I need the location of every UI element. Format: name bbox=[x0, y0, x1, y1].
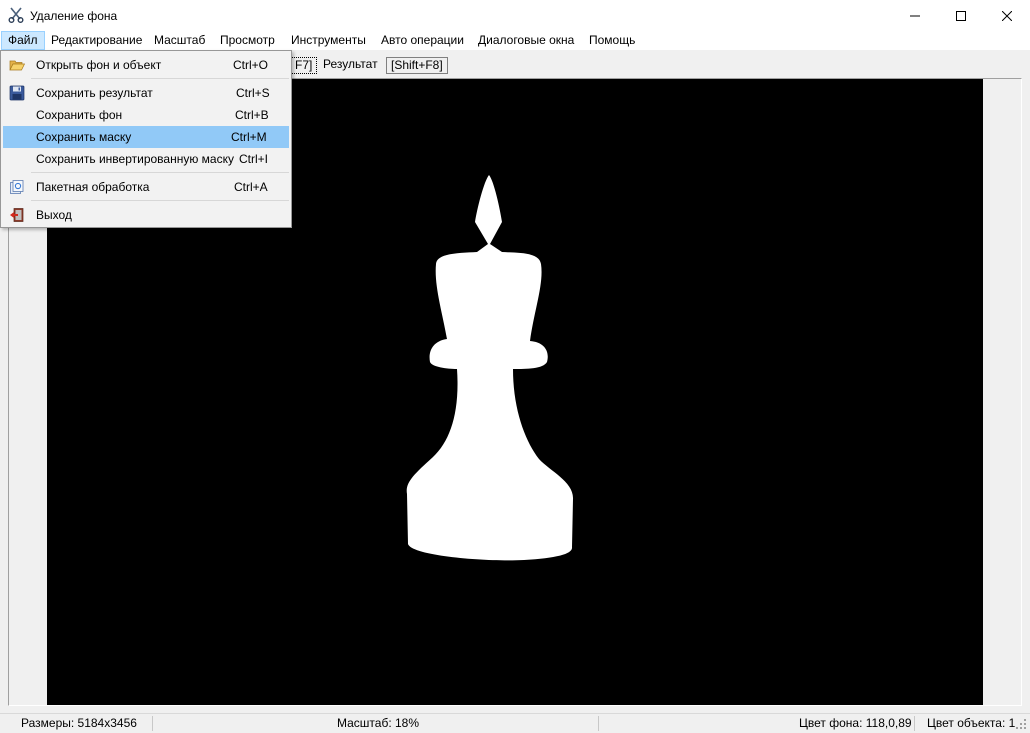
window-title: Удаление фона bbox=[30, 9, 118, 23]
status-image-size: Размеры: 5184x3456 bbox=[21, 716, 137, 730]
menu-help[interactable]: Помощь bbox=[582, 31, 642, 50]
file-menu-dropdown: Открыть фон и объект Ctrl+O Сохранить ре… bbox=[0, 50, 292, 228]
status-bg-color: Цвет фона: 118,0,89 bbox=[799, 716, 912, 730]
status-separator bbox=[152, 716, 153, 731]
menu-item-batch[interactable]: Пакетная обработка Ctrl+A bbox=[3, 176, 289, 198]
menu-item-exit[interactable]: Выход bbox=[3, 204, 289, 226]
menu-separator bbox=[31, 200, 289, 201]
exit-icon bbox=[9, 207, 25, 223]
menu-item-label: Сохранить результат bbox=[36, 86, 153, 100]
batch-icon bbox=[9, 179, 25, 195]
menu-item-label: Пакетная обработка bbox=[36, 180, 150, 194]
floppy-disk-icon bbox=[9, 85, 25, 101]
menu-item-shortcut: Ctrl+A bbox=[234, 180, 268, 194]
tab-result-shortcut[interactable]: [Shift+F8] bbox=[386, 57, 448, 74]
resize-grip-icon[interactable] bbox=[1014, 717, 1028, 731]
status-zoom: Масштаб: 18% bbox=[337, 716, 420, 730]
status-object-color: Цвет объекта: 1 bbox=[927, 716, 1016, 730]
menu-item-save-background[interactable]: Сохранить фон Ctrl+B bbox=[3, 104, 289, 126]
status-separator bbox=[914, 716, 915, 731]
close-button[interactable] bbox=[984, 0, 1030, 31]
title-bar: Удаление фона bbox=[0, 0, 1030, 31]
status-bar: Размеры: 5184x3456 Масштаб: 18% Цвет фон… bbox=[0, 713, 1030, 733]
vertical-scrollbar[interactable] bbox=[983, 79, 1021, 705]
menu-edit[interactable]: Редактирование bbox=[44, 31, 149, 50]
tab-mask-partial[interactable]: F7] bbox=[290, 57, 318, 74]
menu-item-label: Сохранить маску bbox=[36, 130, 132, 144]
menu-item-save-result[interactable]: Сохранить результат Ctrl+S bbox=[3, 82, 289, 104]
menu-separator bbox=[31, 78, 289, 79]
menu-item-shortcut: Ctrl+S bbox=[236, 86, 270, 100]
maximize-button[interactable] bbox=[938, 0, 984, 31]
menu-item-label: Выход bbox=[36, 208, 72, 222]
menu-tools[interactable]: Инструменты bbox=[284, 31, 373, 50]
minimize-button[interactable] bbox=[892, 0, 938, 31]
menu-item-open[interactable]: Открыть фон и объект Ctrl+O bbox=[3, 54, 289, 76]
menu-item-shortcut: Ctrl+O bbox=[233, 58, 269, 72]
menu-item-save-mask[interactable]: Сохранить маску Ctrl+M bbox=[3, 126, 289, 148]
menu-dialogs[interactable]: Диалоговые окна bbox=[471, 31, 581, 50]
menu-bar: Файл Редактирование Масштаб Просмотр Инс… bbox=[0, 31, 1030, 50]
menu-file[interactable]: Файл bbox=[1, 31, 45, 50]
menu-item-label: Сохранить инвертированную маску bbox=[36, 152, 234, 166]
menu-auto-ops[interactable]: Авто операции bbox=[374, 31, 471, 50]
tab-result[interactable]: Результат bbox=[319, 57, 382, 74]
menu-separator bbox=[31, 172, 289, 173]
menu-view[interactable]: Просмотр bbox=[213, 31, 282, 50]
menu-item-label: Сохранить фон bbox=[36, 108, 123, 122]
folder-open-icon bbox=[9, 57, 26, 73]
menu-item-label: Открыть фон и объект bbox=[36, 58, 162, 72]
menu-item-save-inverted-mask[interactable]: Сохранить инвертированную маску Ctrl+I bbox=[3, 148, 289, 170]
menu-item-shortcut: Ctrl+M bbox=[231, 130, 267, 144]
menu-item-shortcut: Ctrl+B bbox=[235, 108, 269, 122]
chess-piece-mask bbox=[406, 175, 574, 561]
menu-item-shortcut: Ctrl+I bbox=[239, 152, 269, 166]
status-separator bbox=[598, 716, 599, 731]
menu-zoom[interactable]: Масштаб bbox=[147, 31, 212, 50]
scissors-icon bbox=[8, 7, 24, 23]
